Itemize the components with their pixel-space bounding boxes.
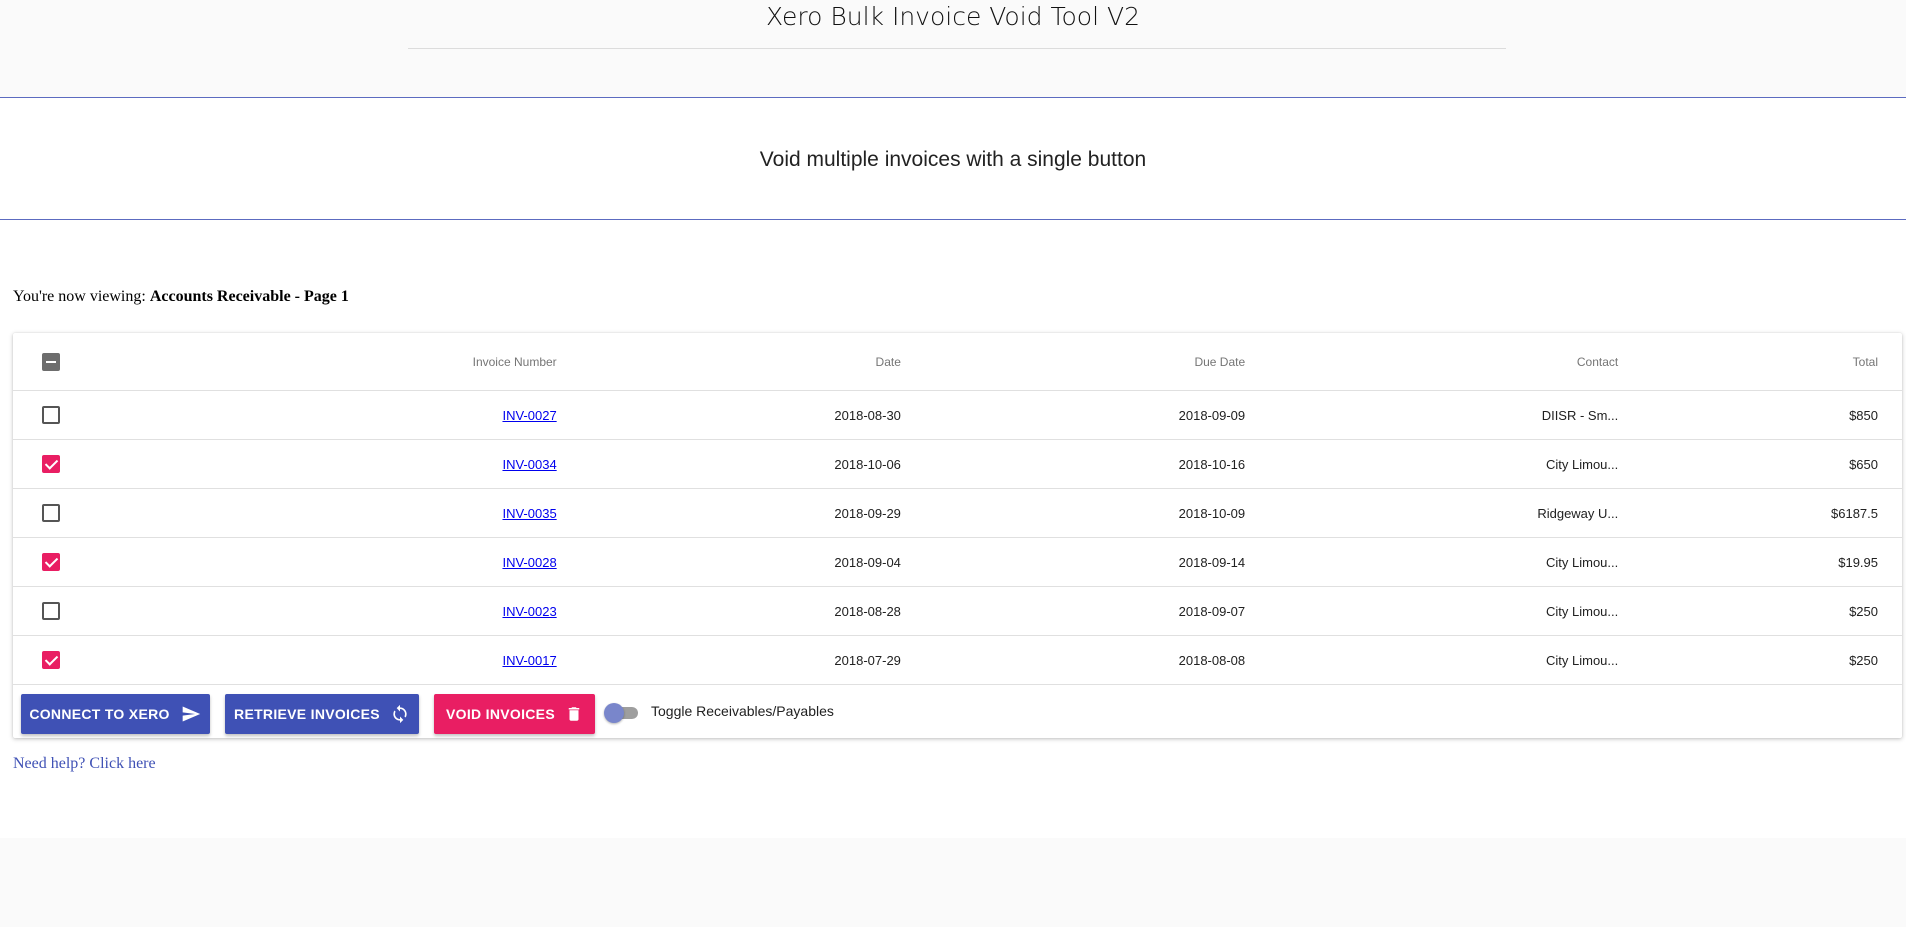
row-select-cell: [13, 537, 101, 587]
contact-cell: City Limou...: [1245, 439, 1619, 489]
due-date-cell: 2018-09-14: [900, 537, 1246, 587]
contact-cell: City Limou...: [1245, 537, 1619, 587]
due-date-cell: 2018-10-09: [900, 488, 1246, 538]
due-date-cell: 2018-09-07: [900, 586, 1246, 636]
row-select-cell: [13, 635, 101, 685]
total-cell: $850: [1618, 390, 1902, 440]
row-select-cell: [13, 390, 101, 440]
invoice-number-cell: INV-0035: [100, 488, 557, 538]
date-cell: 2018-08-30: [556, 390, 901, 440]
viewing-value: Accounts Receivable - Page 1: [149, 288, 349, 305]
select-all-cell: [13, 333, 101, 391]
app-title: Xero Bulk Invoice Void Tool V2: [766, 2, 1140, 31]
column-header-total[interactable]: Total: [1618, 333, 1902, 391]
total-cell: $6187.5: [1618, 488, 1902, 538]
contact-cell: Ridgeway U...: [1245, 488, 1619, 538]
column-header-due-date[interactable]: Due Date: [900, 333, 1246, 391]
void-button-label: VOID INVOICES: [446, 706, 555, 722]
action-bar: CONNECT TO XERO RETRIEVE INVOICES VOID I…: [13, 687, 1902, 737]
title-divider: [408, 48, 1506, 49]
table-row[interactable]: INV-0023 2018-08-28 2018-09-07 City Limou..…: [13, 586, 1902, 636]
date-cell: 2018-09-29: [556, 488, 901, 538]
table-row[interactable]: INV-0035 2018-09-29 2018-10-09 Ridgeway U..…: [13, 488, 1902, 538]
date-cell: 2018-09-04: [556, 537, 901, 587]
invoice-link[interactable]: INV-0035: [502, 506, 556, 521]
contact-cell: City Limou...: [1245, 635, 1619, 685]
send-icon: [180, 704, 202, 724]
viewing-status: You're now viewing: Accounts Receivable …: [13, 288, 349, 306]
row-checkbox[interactable]: [42, 553, 60, 571]
table-row[interactable]: INV-0027 2018-08-30 2018-09-09 DIISR - Sm..…: [13, 390, 1902, 440]
total-cell: $19.95: [1618, 537, 1902, 587]
connect-button-label: CONNECT TO XERO: [29, 706, 170, 722]
void-invoices-button[interactable]: VOID INVOICES: [434, 694, 595, 734]
row-select-cell: [13, 488, 101, 538]
invoice-number-cell: INV-0027: [100, 390, 557, 440]
invoice-link[interactable]: INV-0034: [502, 457, 556, 472]
help-link[interactable]: Need help? Click here: [13, 755, 156, 773]
contact-cell: City Limou...: [1245, 586, 1619, 636]
row-checkbox[interactable]: [42, 455, 60, 473]
connect-to-xero-button[interactable]: CONNECT TO XERO: [21, 694, 210, 734]
header: Xero Bulk Invoice Void Tool V2: [0, 0, 1906, 98]
row-checkbox[interactable]: [42, 651, 60, 669]
row-select-cell: [13, 439, 101, 489]
row-checkbox[interactable]: [42, 602, 60, 620]
invoice-table-card: Invoice Number Date Due Date Contact Tot…: [13, 333, 1902, 738]
invoice-number-cell: INV-0028: [100, 537, 557, 587]
main-content: You're now viewing: Accounts Receivable …: [0, 220, 1906, 838]
date-cell: 2018-08-28: [556, 586, 901, 636]
table-header-row: Invoice Number Date Due Date Contact Tot…: [13, 333, 1902, 391]
column-header-contact[interactable]: Contact: [1245, 333, 1619, 391]
toggle-label: Toggle Receivables/Payables: [651, 703, 834, 719]
contact-cell: DIISR - Sm...: [1245, 390, 1619, 440]
due-date-cell: 2018-10-16: [900, 439, 1246, 489]
invoice-number-cell: INV-0017: [100, 635, 557, 685]
subtitle-banner: Void multiple invoices with a single but…: [0, 98, 1906, 220]
subtitle-text: Void multiple invoices with a single but…: [759, 147, 1147, 171]
sync-icon: [390, 704, 410, 724]
select-all-checkbox[interactable]: [42, 352, 60, 371]
invoice-number-cell: INV-0034: [100, 439, 557, 489]
invoice-table: Invoice Number Date Due Date Contact Tot…: [13, 333, 1902, 685]
column-header-date[interactable]: Date: [556, 333, 901, 391]
invoice-link[interactable]: INV-0027: [502, 408, 556, 423]
due-date-cell: 2018-09-09: [900, 390, 1246, 440]
retrieve-button-label: RETRIEVE INVOICES: [234, 706, 380, 722]
invoice-link[interactable]: INV-0017: [502, 653, 556, 668]
date-cell: 2018-07-29: [556, 635, 901, 685]
viewing-prefix: You're now viewing:: [13, 288, 146, 305]
due-date-cell: 2018-08-08: [900, 635, 1246, 685]
total-cell: $250: [1618, 635, 1902, 685]
row-checkbox[interactable]: [42, 406, 60, 424]
row-select-cell: [13, 586, 101, 636]
total-cell: $250: [1618, 586, 1902, 636]
invoice-link[interactable]: INV-0028: [502, 555, 556, 570]
receivables-payables-toggle[interactable]: [604, 703, 638, 723]
invoice-link[interactable]: INV-0023: [502, 604, 556, 619]
table-row[interactable]: INV-0028 2018-09-04 2018-09-14 City Limou..…: [13, 537, 1902, 587]
date-cell: 2018-10-06: [556, 439, 901, 489]
row-checkbox[interactable]: [42, 504, 60, 522]
invoice-number-cell: INV-0023: [100, 586, 557, 636]
retrieve-invoices-button[interactable]: RETRIEVE INVOICES: [225, 694, 419, 734]
trash-icon: [565, 704, 583, 724]
table-row[interactable]: INV-0017 2018-07-29 2018-08-08 City Limou..…: [13, 635, 1902, 685]
column-header-invoice-number[interactable]: Invoice Number: [100, 333, 557, 391]
total-cell: $650: [1618, 439, 1902, 489]
toggle-thumb[interactable]: [604, 703, 624, 723]
table-row[interactable]: INV-0034 2018-10-06 2018-10-16 City Limou..…: [13, 439, 1902, 489]
